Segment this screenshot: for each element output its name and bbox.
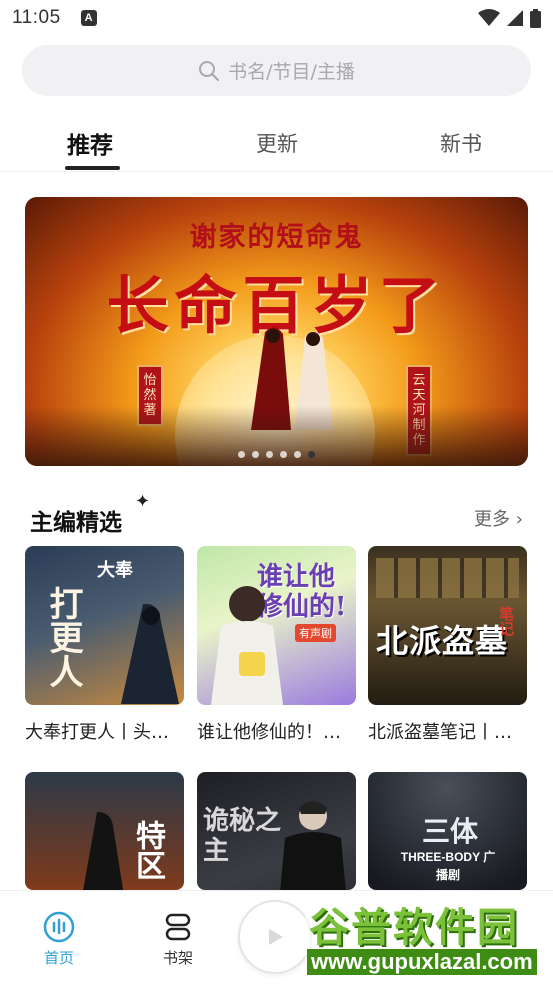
book-title[interactable]: 大奉打更人丨头… <box>25 718 169 744</box>
book-card[interactable]: 北派盗墓 笔记 <box>368 546 527 705</box>
tab-updates[interactable]: 更新 <box>256 128 298 158</box>
watermark-text: 谷普软件园 <box>309 905 519 951</box>
nav-bookshelf-label: 书架 <box>162 949 193 967</box>
section-title-text: 主编精选 <box>30 510 122 536</box>
book-card[interactable]: 大奉 打更人 <box>25 546 184 705</box>
cover-text: 北派盗墓 <box>376 622 509 660</box>
search-bar[interactable]: 书名/节目/主播 <box>22 45 531 96</box>
bookshelf-icon <box>165 913 191 941</box>
notification-icon: A <box>80 10 97 26</box>
section-title: 主编精选 <box>26 503 132 537</box>
search-placeholder: 书名/节目/主播 <box>228 61 355 83</box>
cover-text: 诡秘之主 <box>203 806 282 866</box>
wifi-icon <box>478 9 500 26</box>
nav-bookshelf[interactable]: 书架 <box>148 911 208 968</box>
banner-pagination <box>25 451 528 458</box>
book-card[interactable]: 诡秘之主 <box>197 772 356 890</box>
book-cover: 三体 THREE-BODY 广播剧 <box>368 772 527 890</box>
signal-icon <box>507 10 523 26</box>
book-cover: 诡秘之主 <box>197 772 356 890</box>
tab-new-books[interactable]: 新书 <box>440 128 482 158</box>
book-card[interactable]: 谁让他修仙的! 有声剧 <box>197 546 356 705</box>
cover-text: 特区 <box>130 820 165 880</box>
book-cover: 大奉 打更人 <box>25 546 184 705</box>
cover-text: 三体 <box>422 815 479 848</box>
banner-subtitle: 谢家的短命鬼 <box>189 222 364 253</box>
pagination-dot-active[interactable] <box>308 451 315 458</box>
play-icon <box>269 929 283 945</box>
pagination-dot[interactable] <box>266 451 273 458</box>
tab-bar: 推荐 更新 新书 <box>0 110 553 172</box>
sparkle-icon: ✦ <box>135 491 151 512</box>
tab-active-indicator <box>65 166 120 170</box>
nav-home[interactable]: 首页 <box>29 911 89 968</box>
watermark: 谷普软件园 www.gupuxlazal.com <box>305 893 550 981</box>
book-card[interactable]: 特区 <box>25 772 184 890</box>
home-icon <box>43 911 75 943</box>
book-cover: 谁让他修仙的! 有声剧 <box>197 546 356 705</box>
status-time: 11:05 <box>12 7 61 28</box>
promo-banner[interactable]: 谢家的短命鬼 长命百岁了 怡然著 云天河制作 <box>25 197 528 466</box>
cover-badge: 有声剧 <box>295 624 336 642</box>
nav-home-label: 首页 <box>43 949 74 967</box>
book-cover: 特区 <box>25 772 184 890</box>
cover-tiles <box>376 558 519 598</box>
cover-figure <box>211 586 283 705</box>
mini-player-button[interactable] <box>238 900 312 974</box>
pagination-dot[interactable] <box>280 451 287 458</box>
pagination-dot[interactable] <box>252 451 259 458</box>
book-title[interactable]: 谁让他修仙的！… <box>197 718 341 744</box>
tab-recommend[interactable]: 推荐 <box>67 126 113 160</box>
book-title[interactable]: 北派盗墓笔记丨… <box>368 718 512 744</box>
book-cover: 北派盗墓 笔记 <box>368 546 527 705</box>
cover-badge: THREE-BODY 广播剧 <box>400 850 496 882</box>
battery-icon <box>530 8 541 28</box>
book-card[interactable]: 三体 THREE-BODY 广播剧 <box>368 772 527 890</box>
more-link[interactable]: 更多 › <box>474 505 523 531</box>
status-bar: 11:05 A <box>0 0 553 36</box>
pagination-dot[interactable] <box>294 451 301 458</box>
watermark-url: www.gupuxlazal.com <box>307 949 537 975</box>
cover-figure <box>83 812 124 890</box>
search-icon <box>199 60 220 81</box>
cover-figure <box>121 604 179 704</box>
cover-text: 打更人 <box>43 586 83 688</box>
pagination-dot[interactable] <box>238 451 245 458</box>
cover-badge: 大奉 <box>97 560 133 581</box>
cover-badge: 笔记 <box>497 606 515 636</box>
cover-figure <box>280 801 346 890</box>
